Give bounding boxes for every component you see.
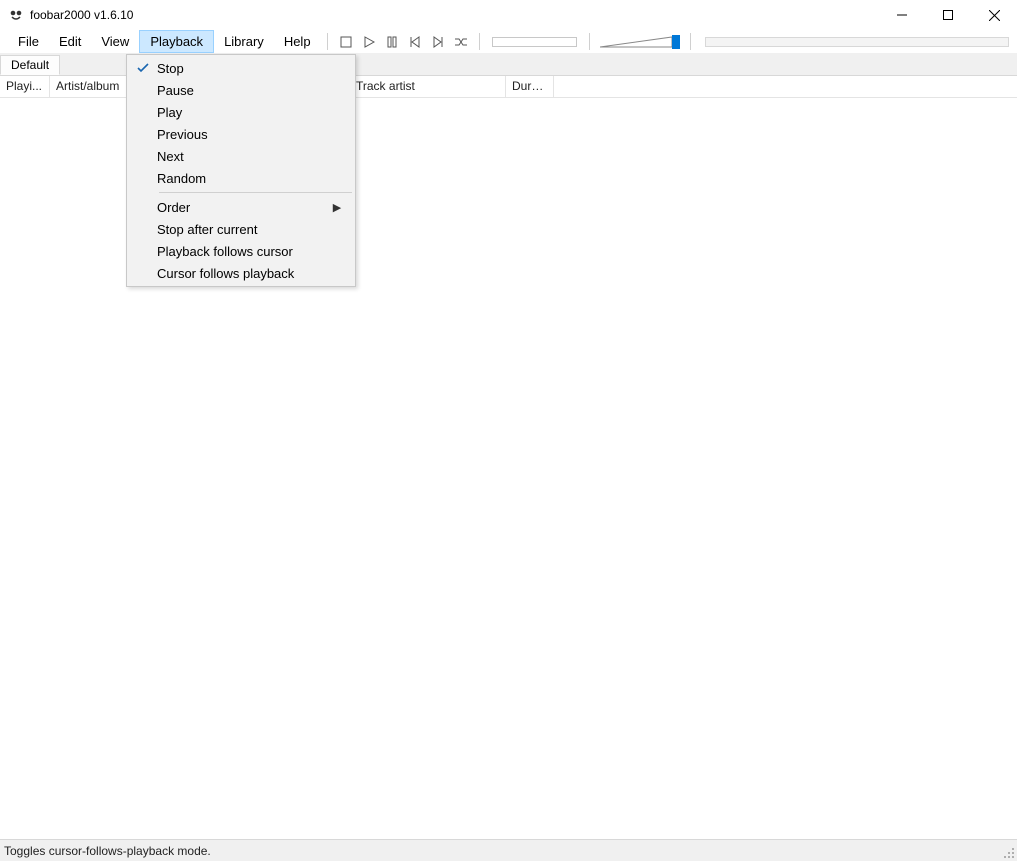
window-title: foobar2000 v1.6.10 xyxy=(30,8,133,22)
submenu-arrow-icon: ▶ xyxy=(329,201,345,214)
toolbar-separator xyxy=(589,33,590,50)
menu-help[interactable]: Help xyxy=(274,30,321,53)
menu-playback[interactable]: Playback xyxy=(139,30,214,53)
progress-bar[interactable] xyxy=(705,37,1009,47)
column-playing[interactable]: Playi... xyxy=(0,76,50,97)
toolbar-separator xyxy=(327,33,328,50)
dd-pause[interactable]: Pause xyxy=(129,79,353,101)
dd-stop[interactable]: Stop xyxy=(129,57,353,79)
window-controls xyxy=(879,0,1017,30)
previous-icon[interactable] xyxy=(407,34,423,50)
resize-grip-icon[interactable] xyxy=(1003,847,1015,859)
menu-library[interactable]: Library xyxy=(214,30,274,53)
maximize-button[interactable] xyxy=(925,0,971,30)
minimize-button[interactable] xyxy=(879,0,925,30)
titlebar: foobar2000 v1.6.10 xyxy=(0,0,1017,30)
toolbar-separator xyxy=(479,33,480,50)
close-button[interactable] xyxy=(971,0,1017,30)
menu-separator xyxy=(159,192,352,193)
seek-bar[interactable] xyxy=(492,37,577,47)
dd-next[interactable]: Next xyxy=(129,145,353,167)
dd-playback-follows-cursor[interactable]: Playback follows cursor xyxy=(129,240,353,262)
playback-dropdown: Stop Pause Play Previous Next Random Ord… xyxy=(126,54,356,287)
play-icon[interactable] xyxy=(361,34,377,50)
dd-play[interactable]: Play xyxy=(129,101,353,123)
menu-view[interactable]: View xyxy=(91,30,139,53)
dd-order[interactable]: Order ▶ xyxy=(129,196,353,218)
menubar: File Edit View Playback Library Help xyxy=(0,30,1017,54)
dd-random[interactable]: Random xyxy=(129,167,353,189)
volume-slider[interactable] xyxy=(600,33,680,51)
check-icon xyxy=(129,62,157,74)
playlist-tab-default[interactable]: Default xyxy=(0,55,60,75)
random-icon[interactable] xyxy=(453,34,469,50)
toolbar-separator xyxy=(690,33,691,50)
dd-previous[interactable]: Previous xyxy=(129,123,353,145)
menu-edit[interactable]: Edit xyxy=(49,30,91,53)
dd-stop-after-current[interactable]: Stop after current xyxy=(129,218,353,240)
column-duration[interactable]: Dura... xyxy=(506,76,554,97)
pause-icon[interactable] xyxy=(384,34,400,50)
next-icon[interactable] xyxy=(430,34,446,50)
volume-handle[interactable] xyxy=(672,35,680,49)
status-text: Toggles cursor-follows-playback mode. xyxy=(4,844,211,858)
transport-buttons xyxy=(334,30,473,53)
app-icon xyxy=(8,7,24,23)
dd-cursor-follows-playback[interactable]: Cursor follows playback xyxy=(129,262,353,284)
statusbar: Toggles cursor-follows-playback mode. xyxy=(0,839,1017,861)
menu-file[interactable]: File xyxy=(8,30,49,53)
stop-icon[interactable] xyxy=(338,34,354,50)
column-track-artist[interactable]: Track artist xyxy=(350,76,506,97)
